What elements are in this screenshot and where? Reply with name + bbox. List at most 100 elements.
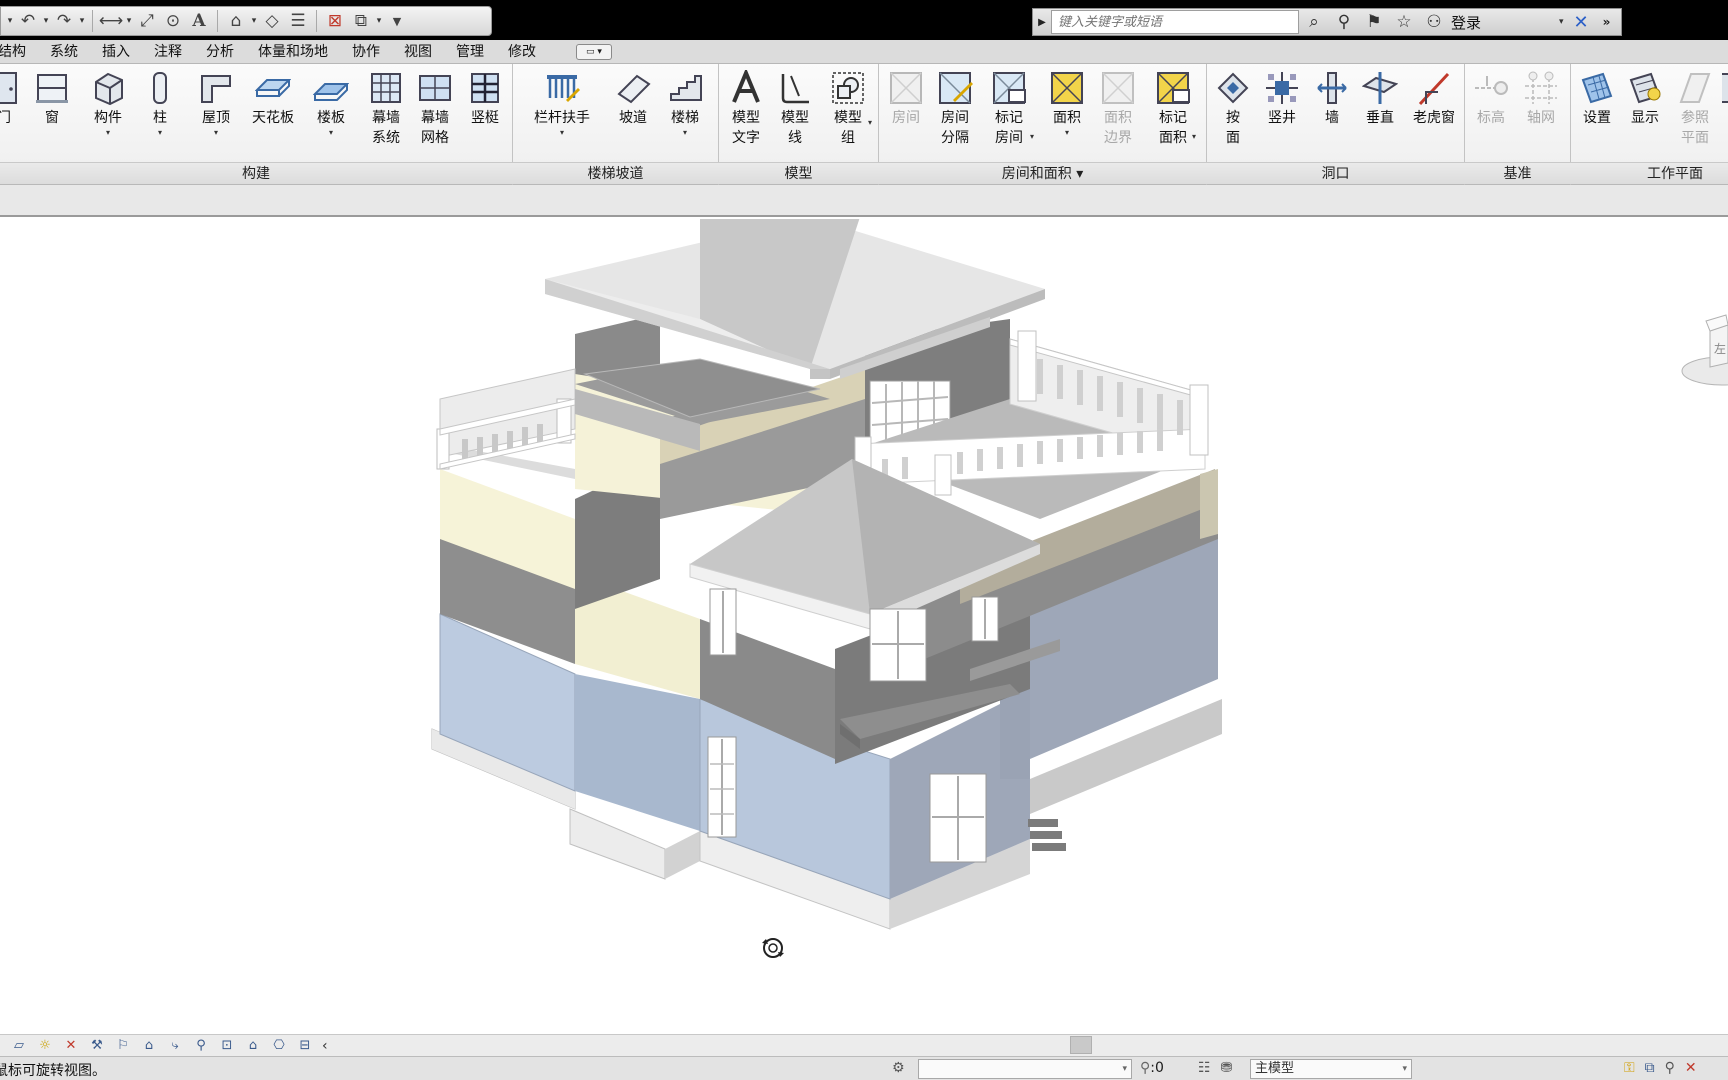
select-by-face-icon[interactable]: ✕	[1685, 1060, 1697, 1076]
tag-area-button[interactable]: 标记 面积	[1150, 68, 1196, 168]
mullion-button[interactable]: 竖梃	[462, 68, 508, 168]
roof-dropdown-icon[interactable]: ▾	[214, 128, 218, 138]
redo-dropdown[interactable]: ▾	[77, 16, 87, 26]
3d-viewport[interactable]: 左	[0, 219, 1728, 1034]
qat-dropdown-arrow[interactable]: ▾	[5, 16, 15, 26]
column-button[interactable]: 柱 ▾	[142, 68, 178, 168]
railing-dropdown-icon[interactable]: ▾	[560, 128, 564, 138]
horizontal-scrollbar-thumb[interactable]	[1070, 1036, 1092, 1054]
temp-hide-icon[interactable]: ⊡	[214, 1037, 240, 1055]
ref-plane-button[interactable]: 参照 平面	[1672, 68, 1718, 168]
show-crop-icon[interactable]: ⚲	[188, 1037, 214, 1055]
stair-button[interactable]: 楼梯 ▾	[662, 68, 708, 168]
model-group-dropdown-icon[interactable]: ▾	[868, 118, 872, 127]
panel-label-circulation[interactable]: 楼梯坡道	[513, 163, 718, 185]
tab-view[interactable]: 视图	[392, 40, 444, 64]
model-text-button[interactable]: 模型 文字	[724, 68, 768, 168]
switch-windows-icon[interactable]: ⧉	[348, 9, 374, 33]
select-pinned-icon[interactable]: ⚲	[1665, 1060, 1675, 1076]
model-group-button[interactable]: 模型 组	[824, 68, 872, 168]
favorites-star-icon[interactable]: ☆	[1389, 10, 1419, 34]
login-button[interactable]: 登录	[1451, 12, 1481, 33]
detail-level-icon[interactable]: ☼	[32, 1037, 58, 1055]
exchange-apps-icon[interactable]: ✕	[1574, 12, 1589, 33]
curtain-grid-button[interactable]: 幕墙 网格	[412, 68, 458, 168]
active-model-select[interactable]: 主模型 ▾	[1250, 1059, 1412, 1079]
house-3d-model[interactable]	[0, 219, 1728, 1034]
more-icon[interactable]: »	[1603, 15, 1611, 29]
tab-massing-site[interactable]: 体量和场地	[246, 40, 340, 64]
panel-label-opening[interactable]: 洞口	[1207, 163, 1464, 185]
login-dropdown-icon[interactable]: ▾	[1559, 17, 1564, 27]
dormer-button[interactable]: 老虎窗	[1406, 68, 1462, 168]
tag-area-dropdown-icon[interactable]: ▾	[1192, 132, 1196, 141]
column-dropdown-icon[interactable]: ▾	[158, 128, 162, 138]
undo-dropdown[interactable]: ▾	[41, 16, 51, 26]
tab-manage[interactable]: 管理	[444, 40, 496, 64]
binoculars-icon[interactable]: ⌕	[1299, 10, 1329, 34]
room-separator-button[interactable]: 房间 分隔	[932, 68, 978, 168]
tab-analyze[interactable]: 分析	[194, 40, 246, 64]
tab-systems[interactable]: 系统	[38, 40, 90, 64]
customize-qat-icon[interactable]: ▼	[384, 9, 410, 33]
panel-label-build[interactable]: 构建	[0, 163, 512, 185]
room-button[interactable]: 房间	[884, 68, 928, 168]
reveal-hidden-icon[interactable]: ⌂	[240, 1037, 266, 1055]
ribbon-display-options-button[interactable]: ▭ ▾	[576, 43, 612, 60]
level-button[interactable]: 标高	[1468, 68, 1514, 168]
design-options-icon[interactable]: ⛃	[1221, 1060, 1233, 1076]
worksets-icon[interactable]: ⚙	[892, 1060, 905, 1076]
area-boundary-button[interactable]: 面积 边界	[1094, 68, 1142, 168]
tab-structure[interactable]: 结构	[0, 40, 38, 64]
scale-icon[interactable]: ▱	[6, 1037, 32, 1055]
viewcube[interactable]: 左	[1678, 311, 1728, 395]
filter-count[interactable]: ⚲:0	[1140, 1060, 1164, 1076]
stair-dropdown-icon[interactable]: ▾	[683, 128, 687, 138]
show-workplane-button[interactable]: 显示	[1624, 68, 1666, 168]
communication-icon[interactable]: ⚑	[1359, 10, 1389, 34]
redo-icon[interactable]: ↷	[51, 9, 77, 33]
component-button[interactable]: 构件 ▾	[84, 68, 132, 168]
thin-lines-icon[interactable]: ☰	[285, 9, 311, 33]
select-links-icon[interactable]: ⚿	[1624, 1060, 1635, 1076]
door-button[interactable]: 门	[0, 68, 24, 168]
section-icon[interactable]: ◇	[259, 9, 285, 33]
panel-label-room-area[interactable]: 房间和面积 ▾	[879, 163, 1206, 185]
by-face-button[interactable]: 按 面	[1212, 68, 1254, 168]
search-input[interactable]	[1051, 10, 1299, 34]
panel-label-model[interactable]: 模型	[719, 163, 878, 185]
tab-collaborate[interactable]: 协作	[340, 40, 392, 64]
component-dropdown-icon[interactable]: ▾	[106, 128, 110, 138]
grid-button[interactable]: 轴网	[1518, 68, 1564, 168]
undo-icon[interactable]: ↶	[15, 9, 41, 33]
analytical-icon[interactable]: ⎔	[266, 1037, 292, 1055]
close-views-icon[interactable]: ⊠	[322, 9, 348, 33]
subscription-icon[interactable]: ⚲	[1329, 10, 1359, 34]
tag-room-button[interactable]: 标记 房间	[986, 68, 1032, 168]
switch-windows-dropdown[interactable]: ▾	[374, 16, 384, 26]
highlight-icon[interactable]: ⊟	[292, 1037, 318, 1055]
roof-button[interactable]: 屋顶 ▾	[194, 68, 238, 168]
ramp-button[interactable]: 坡道	[610, 68, 656, 168]
floor-button[interactable]: 楼板 ▾	[308, 68, 354, 168]
3d-view-icon[interactable]: ⌂	[223, 9, 249, 33]
measure-dropdown[interactable]: ▾	[124, 16, 134, 26]
crop-icon[interactable]: ⤷	[162, 1037, 188, 1055]
shaft-button[interactable]: 竖井	[1260, 68, 1304, 168]
floor-dropdown-icon[interactable]: ▾	[329, 128, 333, 138]
visual-style-icon[interactable]: ✕	[58, 1037, 84, 1055]
text-icon[interactable]: A	[186, 9, 212, 33]
dimension-icon[interactable]: ⤢	[134, 9, 160, 33]
render-icon[interactable]: ⌂	[136, 1037, 162, 1055]
window-button[interactable]: 窗	[30, 68, 74, 168]
select-underlay-icon[interactable]: ⧉	[1645, 1060, 1655, 1076]
tag-icon[interactable]: ⊙	[160, 9, 186, 33]
editable-only-icon[interactable]: ☷	[1198, 1060, 1211, 1076]
model-line-button[interactable]: 模型 线	[772, 68, 818, 168]
tab-modify[interactable]: 修改	[496, 40, 548, 64]
railing-button[interactable]: 栏杆扶手 ▾	[528, 68, 596, 168]
user-icon[interactable]: ⚇	[1419, 10, 1449, 34]
set-workplane-button[interactable]: 设置	[1576, 68, 1618, 168]
shadows-icon[interactable]: ⚐	[110, 1037, 136, 1055]
panel-label-datum[interactable]: 基准	[1465, 163, 1570, 185]
